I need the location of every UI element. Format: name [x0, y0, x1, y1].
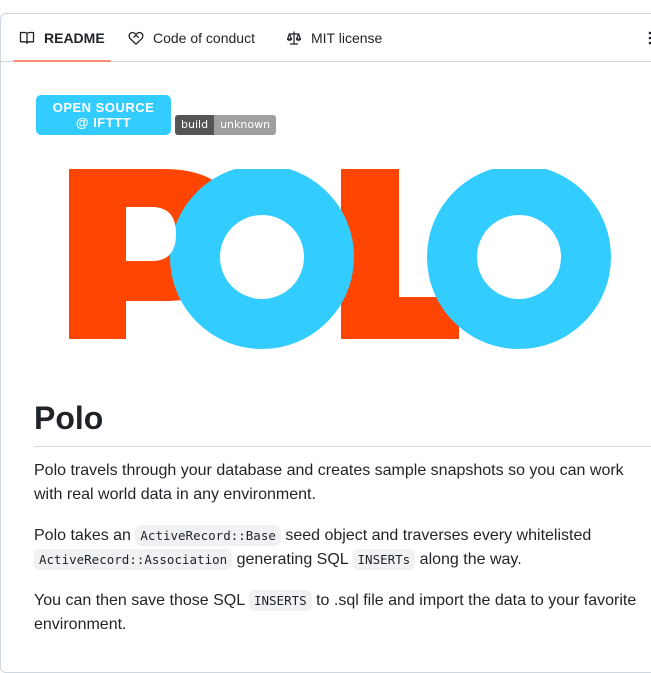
readme-paragraph-3: You can then save those SQL INSERTS to .… — [34, 589, 650, 637]
tab-mit-license-label: MIT license — [311, 29, 383, 46]
inline-code: INSERTS — [248, 590, 312, 611]
kebab-menu-icon[interactable] — [646, 30, 651, 46]
text-span: You can then save those SQL — [34, 592, 249, 609]
heart-handshake-icon — [128, 30, 144, 46]
book-icon — [19, 30, 35, 46]
text-span: generating SQL — [232, 551, 353, 568]
build-badge-label: build — [175, 115, 215, 135]
readme-panel: README Code of conduct MIT license OPEN … — [0, 13, 651, 673]
inline-code: INSERTs — [352, 549, 416, 570]
build-badge[interactable]: build unknown — [175, 115, 277, 135]
build-badge-status: unknown — [214, 115, 277, 135]
inline-code: ActiveRecord::Association — [34, 549, 233, 570]
readme-heading: Polo — [34, 398, 651, 447]
tab-code-of-conduct-label: Code of conduct — [153, 29, 255, 46]
text-span: Polo takes an — [34, 527, 136, 544]
readme-tabs: README Code of conduct MIT license — [1, 14, 651, 62]
tab-readme[interactable]: README — [13, 14, 111, 62]
tab-code-of-conduct[interactable]: Code of conduct — [128, 14, 255, 61]
text-span: seed object and traverses every whitelis… — [280, 527, 592, 544]
text-span: along the way. — [415, 551, 522, 568]
readme-paragraph-2: Polo takes an ActiveRecord::Base seed ob… — [34, 524, 650, 572]
badge-line-2: @ IFTTT — [75, 115, 132, 130]
polo-logo — [69, 169, 611, 349]
readme-paragraph-1: Polo travels through your database and c… — [34, 462, 624, 503]
tab-mit-license[interactable]: MIT license — [286, 14, 382, 61]
law-icon — [286, 30, 302, 46]
tab-readme-label: README — [44, 29, 105, 46]
badge-line-1: OPEN SOURCE — [52, 100, 155, 115]
open-source-badge[interactable]: OPEN SOURCE @ IFTTT — [36, 95, 171, 135]
inline-code: ActiveRecord::Base — [135, 525, 281, 546]
